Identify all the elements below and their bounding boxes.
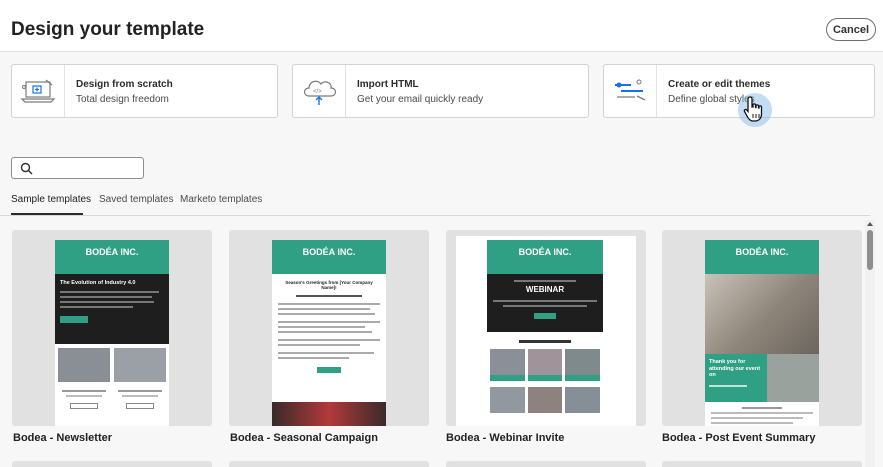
tab-sample-templates[interactable]: Sample templates — [11, 194, 91, 205]
template-preview: BODÉA INC. Season's Greetings from [Your… — [272, 240, 386, 426]
cancel-button[interactable]: Cancel — [826, 18, 876, 41]
hand-pointer-icon — [742, 95, 766, 128]
card-subtitle: Get your email quickly ready — [357, 94, 484, 105]
scroll-up-icon[interactable] — [865, 220, 875, 228]
scrollbar-thumb[interactable] — [867, 230, 873, 270]
template-card-webinar-invite[interactable]: BODÉA INC. WEBINAR — [446, 230, 646, 426]
header: Design your template Cancel — [0, 0, 883, 52]
tab-saved-templates[interactable]: Saved templates — [99, 194, 174, 205]
template-name[interactable]: Bodea - Post Event Summary — [662, 432, 815, 444]
template-headline: Season's Greetings from [Your Company Na… — [285, 280, 373, 290]
template-card-post-event-summary[interactable]: BODÉA INC. Thank you for attending our e… — [662, 230, 862, 426]
import-html-card[interactable]: </> Import HTML Get your email quickly r… — [292, 64, 589, 118]
grid-scrollbar[interactable] — [865, 220, 875, 467]
themes-icon — [604, 65, 657, 117]
card-title: Design from scratch — [76, 79, 173, 90]
template-name[interactable]: Bodea - Webinar Invite — [446, 432, 564, 444]
template-card-next-row — [229, 461, 429, 467]
laptop-design-icon — [12, 65, 65, 117]
template-headline: WEBINAR — [525, 285, 565, 294]
page-title: Design your template — [11, 19, 205, 40]
search-input[interactable] — [11, 157, 144, 179]
template-name[interactable]: Bodea - Newsletter — [13, 432, 112, 444]
template-headline: Thank you for attending our event on — [709, 359, 761, 378]
template-brand: BODÉA INC. — [705, 240, 819, 274]
template-preview: BODÉA INC. Thank you for attending our e… — [705, 240, 819, 426]
template-brand: BODÉA INC. — [487, 240, 603, 274]
tab-marketo-templates[interactable]: Marketo templates — [180, 194, 262, 205]
template-preview: BODÉA INC. WEBINAR — [456, 236, 636, 426]
template-tabs: Sample templates Saved templates Marketo… — [0, 188, 870, 216]
template-brand: BODÉA INC. — [55, 240, 169, 274]
card-title: Create or edit themes — [668, 79, 771, 90]
cloud-upload-icon: </> — [293, 65, 346, 117]
template-card-newsletter[interactable]: BODÉA INC. The Evolution of Industry 4.0 — [12, 230, 212, 426]
template-card-next-row — [12, 461, 212, 467]
template-brand: BODÉA INC. — [272, 240, 386, 274]
template-card-next-row — [662, 461, 862, 467]
template-headline: The Evolution of Industry 4.0 — [60, 280, 136, 286]
template-card-next-row — [446, 461, 646, 467]
template-card-seasonal-campaign[interactable]: BODÉA INC. Season's Greetings from [Your… — [229, 230, 429, 426]
template-name[interactable]: Bodea - Seasonal Campaign — [230, 432, 378, 444]
design-from-scratch-card[interactable]: Design from scratch Total design freedom — [11, 64, 278, 118]
card-title: Import HTML — [357, 79, 419, 90]
search-icon — [20, 162, 33, 175]
template-preview: BODÉA INC. The Evolution of Industry 4.0 — [55, 240, 169, 426]
card-subtitle: Total design freedom — [76, 94, 169, 105]
template-design-page: Design your template Cancel Design from … — [0, 0, 883, 467]
active-tab-indicator — [11, 213, 83, 215]
svg-text:</>: </> — [313, 89, 322, 95]
